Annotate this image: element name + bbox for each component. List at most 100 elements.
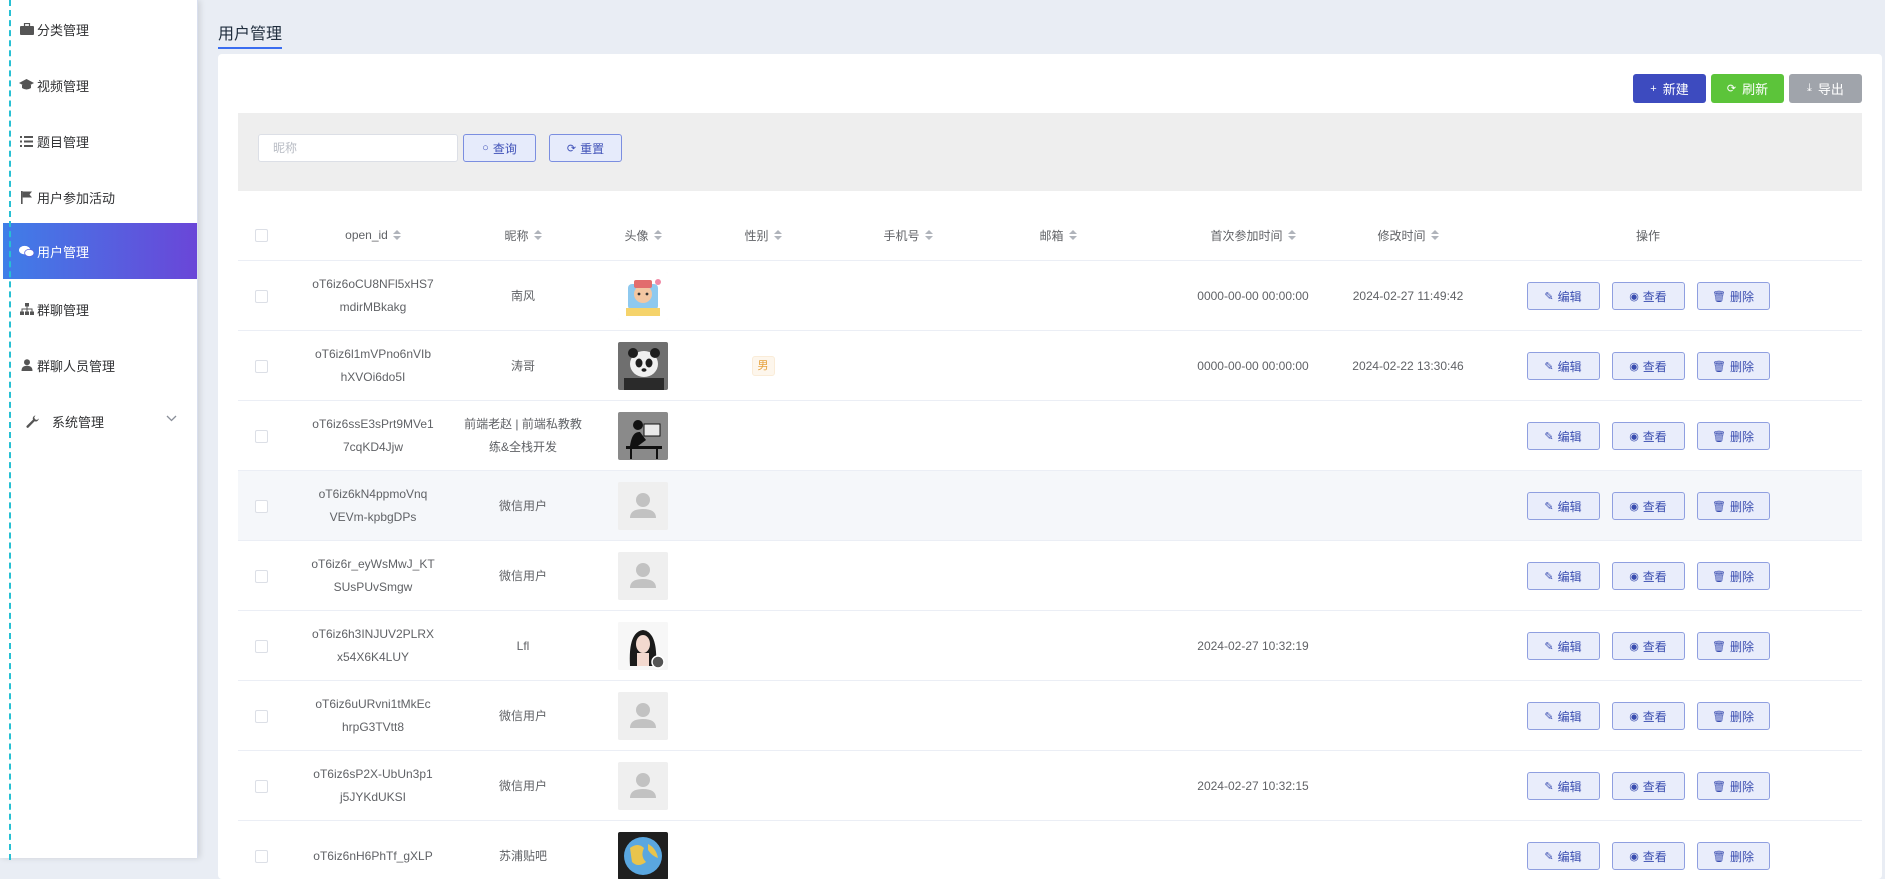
delete-button[interactable]: 🗑 删除 — [1696, 632, 1770, 660]
view-button[interactable]: ◉ 查看 — [1611, 772, 1685, 800]
sort-icon[interactable] — [773, 230, 782, 240]
column-header-nickname[interactable]: 昵称 — [453, 209, 593, 261]
sidebar-item-questions[interactable]: 题目管理 — [3, 113, 197, 169]
edit-button[interactable]: ✎ 编辑 — [1526, 702, 1600, 730]
sidebar-item-user-activity[interactable]: 用户参加活动 — [3, 169, 197, 225]
row-checkbox[interactable] — [254, 779, 268, 793]
edit-button[interactable]: ✎ 编辑 — [1526, 422, 1600, 450]
actions-cell: ✎ 编辑 ◉ 查看 🗑 删除 — [1483, 611, 1813, 681]
view-button[interactable]: ◉ 查看 — [1611, 492, 1685, 520]
table-row[interactable]: oT6iz6ssE3sPrt9MVe1 7cqKD4Jjw 前端老赵 | 前端私教教… — [238, 401, 1862, 471]
trash-icon: 🗑 — [1712, 780, 1726, 793]
avatar-cell — [593, 471, 693, 541]
edit-button[interactable]: ✎ 编辑 — [1526, 352, 1600, 380]
delete-button[interactable]: 🗑 删除 — [1696, 282, 1770, 310]
sidebar-item-group-members[interactable]: 群聊人员管理 — [3, 337, 197, 393]
avatar[interactable] — [618, 342, 668, 390]
sidebar-item-label: 分类管理 — [37, 22, 90, 38]
column-header-open-id[interactable]: open_id — [293, 209, 453, 261]
sort-icon[interactable] — [1068, 230, 1077, 240]
sidebar-item-user-management[interactable]: 用户管理 — [3, 223, 197, 279]
row-checkbox[interactable] — [254, 569, 268, 583]
table-row[interactable]: oT6iz6uURvni1tMkEc hrpG3TVtt8 微信用户 ✎ 编辑 ◉ 查看 🗑 删… — [238, 681, 1862, 751]
trash-icon: 🗑 — [1712, 290, 1726, 303]
sort-icon[interactable] — [1287, 230, 1296, 240]
avatar[interactable] — [618, 622, 668, 670]
avatar[interactable] — [618, 482, 668, 530]
avatar[interactable] — [618, 832, 668, 879]
row-checkbox[interactable] — [254, 289, 268, 303]
delete-button[interactable]: 🗑 删除 — [1696, 842, 1770, 870]
sort-icon[interactable] — [392, 230, 401, 240]
edit-button[interactable]: ✎ 编辑 — [1526, 632, 1600, 660]
delete-button[interactable]: 🗑 删除 — [1696, 772, 1770, 800]
delete-button[interactable]: 🗑 删除 — [1696, 702, 1770, 730]
view-button[interactable]: ◉ 查看 — [1611, 562, 1685, 590]
sort-icon[interactable] — [533, 230, 542, 240]
email-cell — [983, 821, 1133, 879]
column-header-gender[interactable]: 性别 — [693, 209, 833, 261]
sidebar-item-system[interactable]: 系统管理 — [3, 393, 197, 449]
table-row[interactable]: oT6iz6nH6PhTf_gXLP 苏浦贴吧 ✎ 编辑 ◉ 查看 🗑 删除 — [238, 821, 1862, 879]
open-id-cell: oT6iz6h3INJUV2PLRX x54X6K4LUY — [293, 611, 453, 681]
chevron-down-icon[interactable] — [166, 411, 177, 425]
column-header-first-join-time[interactable]: 首次参加时间 — [1173, 209, 1333, 261]
avatar[interactable] — [618, 412, 668, 460]
avatar[interactable] — [618, 692, 668, 740]
row-checkbox[interactable] — [254, 429, 268, 443]
phone-cell — [833, 331, 983, 401]
column-header-avatar[interactable]: 头像 — [593, 209, 693, 261]
nickname-text: 微信用户 — [498, 708, 547, 723]
edit-button[interactable]: ✎ 编辑 — [1526, 282, 1600, 310]
refresh-button[interactable]: ⟳ 刷新 — [1711, 74, 1784, 103]
sidebar-item-group-chat[interactable]: 群聊管理 — [3, 281, 197, 337]
actions-cell: ✎ 编辑 ◉ 查看 🗑 删除 — [1483, 751, 1813, 821]
avatar[interactable] — [618, 762, 668, 810]
new-button[interactable]: + 新建 — [1633, 74, 1706, 103]
column-header-phone[interactable]: 手机号 — [833, 209, 983, 261]
row-checkbox[interactable] — [254, 639, 268, 653]
row-checkbox[interactable] — [254, 359, 268, 373]
row-select-cell — [248, 261, 274, 331]
view-button[interactable]: ◉ 查看 — [1611, 842, 1685, 870]
table-row[interactable]: oT6iz6h3INJUV2PLRX x54X6K4LUY Lfl 2024-02-2… — [238, 611, 1862, 681]
table-row[interactable]: oT6iz6l1mVPno6nVIb hXVOi6do5I 涛哥 男 0000-00-0… — [238, 331, 1862, 401]
column-header-modified-time[interactable]: 修改时间 — [1333, 209, 1483, 261]
view-button[interactable]: ◉ 查看 — [1611, 352, 1685, 380]
avatar[interactable] — [618, 552, 668, 600]
export-button[interactable]: ⤓ 导出 — [1789, 74, 1862, 103]
view-button[interactable]: ◉ 查看 — [1611, 702, 1685, 730]
avatar-cell — [593, 611, 693, 681]
edit-button[interactable]: ✎ 编辑 — [1526, 772, 1600, 800]
sidebar-item-video[interactable]: 视频管理 — [3, 57, 197, 113]
select-all-checkbox[interactable] — [254, 228, 268, 242]
view-button[interactable]: ◉ 查看 — [1611, 282, 1685, 310]
reset-button[interactable]: ⟳ 重置 — [549, 134, 622, 162]
table-row[interactable]: oT6iz6kN4ppmoVnq VEVm-kpbgDPs 微信用户 ✎ 编辑 ◉ 查看 🗑 删… — [238, 471, 1862, 541]
view-button[interactable]: ◉ 查看 — [1611, 422, 1685, 450]
avatar[interactable] — [618, 272, 668, 320]
nickname-cell: 微信用户 — [453, 681, 593, 751]
sort-icon[interactable] — [1430, 230, 1439, 240]
nickname-search-input[interactable] — [258, 134, 458, 162]
column-header-email[interactable]: 邮箱 — [983, 209, 1133, 261]
delete-button[interactable]: 🗑 删除 — [1696, 352, 1770, 380]
sidebar-item-category[interactable]: 分类管理 — [3, 1, 197, 57]
row-checkbox[interactable] — [254, 709, 268, 723]
query-button[interactable]: ○ 查询 — [463, 134, 536, 162]
delete-button[interactable]: 🗑 删除 — [1696, 492, 1770, 520]
eye-icon: ◉ — [1629, 360, 1639, 373]
sort-icon[interactable] — [924, 230, 933, 240]
view-button[interactable]: ◉ 查看 — [1611, 632, 1685, 660]
row-checkbox[interactable] — [254, 499, 268, 513]
edit-button[interactable]: ✎ 编辑 — [1526, 562, 1600, 590]
edit-button[interactable]: ✎ 编辑 — [1526, 842, 1600, 870]
delete-button[interactable]: 🗑 删除 — [1696, 562, 1770, 590]
sort-icon[interactable] — [653, 230, 662, 240]
table-row[interactable]: oT6iz6r_eyWsMwJ_KT SUsPUvSmgw 微信用户 ✎ 编辑 ◉ 查看 🗑 删… — [238, 541, 1862, 611]
table-row[interactable]: oT6iz6oCU8NFl5xHS7 mdirMBkakg 南风 0000-00-00… — [238, 261, 1862, 331]
row-checkbox[interactable] — [254, 849, 268, 863]
edit-button[interactable]: ✎ 编辑 — [1526, 492, 1600, 520]
delete-button[interactable]: 🗑 删除 — [1696, 422, 1770, 450]
table-row[interactable]: oT6iz6sP2X-UbUn3p1 j5JYKdUKSI 微信用户 2024-02-… — [238, 751, 1862, 821]
